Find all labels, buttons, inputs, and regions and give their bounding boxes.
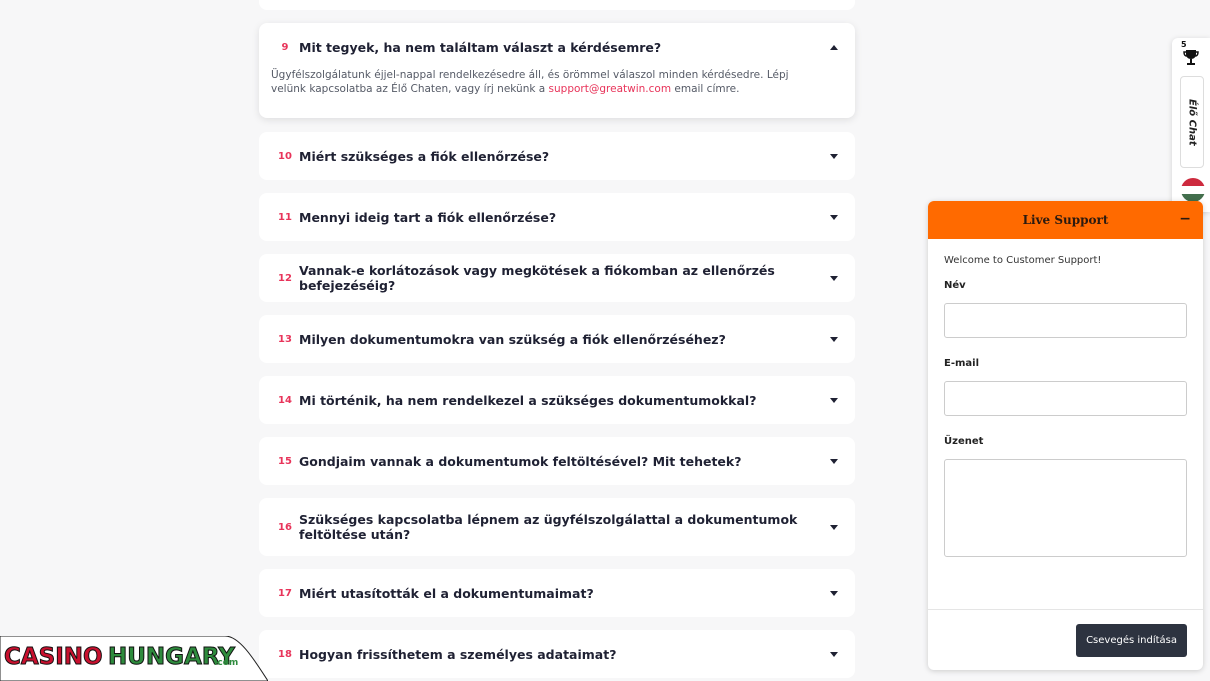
faq-answer: Ügyfélszolgálatunk éjjel-nappal rendelke… <box>259 68 855 108</box>
faq-item[interactable]: 11 Mennyi ideig tart a fiók ellenőrzése? <box>259 193 855 241</box>
faq-question: Mi történik, ha nem rendelkezel a szüksé… <box>299 392 757 408</box>
faq-number: 9 <box>281 41 289 53</box>
faq-question: Miért szükséges a fiók ellenőrzése? <box>299 148 550 164</box>
live-support-footer: Csevegés indítása <box>928 609 1203 670</box>
faq-number: 14 <box>278 394 292 406</box>
faq-question: Milyen dokumentumokra van szükség a fiók… <box>299 331 726 347</box>
faq-number: 12 <box>278 272 292 284</box>
chevron-down-icon[interactable] <box>827 454 841 468</box>
email-label: E-mail <box>944 358 980 369</box>
live-support-header: Live Support − <box>928 201 1203 239</box>
live-support-form: Welcome to Customer Support! Név E-mail … <box>928 239 1203 557</box>
chevron-down-icon[interactable] <box>827 520 841 534</box>
side-toolbar: 5 Élő Chat <box>1172 38 1210 212</box>
faq-number: 13 <box>278 333 292 345</box>
name-field[interactable] <box>944 303 1187 338</box>
faq-answer-text-end: email címre. <box>671 83 740 95</box>
chevron-up-icon[interactable] <box>827 40 841 54</box>
faq-number: 10 <box>278 150 292 162</box>
faq-item[interactable]: 10 Miért szükséges a fiók ellenőrzése? <box>259 132 855 180</box>
chevron-down-icon[interactable] <box>827 586 841 600</box>
faq-question: Vannak-e korlátozások vagy megkötések a … <box>299 263 775 293</box>
faq-number: 15 <box>278 455 292 467</box>
chevron-down-icon[interactable] <box>827 393 841 407</box>
hungary-flag-icon[interactable] <box>1181 178 1205 202</box>
faq-question-row[interactable]: 11 Mennyi ideig tart a fiók ellenőrzése? <box>259 193 855 241</box>
svg-text:.com: .com <box>214 658 238 668</box>
email-field[interactable] <box>944 381 1187 416</box>
casino-hungary-logo: CASINO HUNGARY .com <box>0 636 268 681</box>
chevron-down-icon[interactable] <box>827 149 841 163</box>
faq-item[interactable]: 14 Mi történik, ha nem rendelkezel a szü… <box>259 376 855 424</box>
faq-item[interactable]: 16 Szükséges kapcsolatba lépnem az ügyfé… <box>259 498 855 556</box>
faq-question: Mennyi ideig tart a fiók ellenőrzése? <box>299 209 557 225</box>
svg-text:CASINO: CASINO <box>4 644 103 670</box>
faq-number: 16 <box>278 521 292 533</box>
faq-number: 17 <box>278 587 292 599</box>
faq-question: Szükséges kapcsolatba lépnem az ügyfélsz… <box>299 512 798 542</box>
chevron-down-icon[interactable] <box>827 271 841 285</box>
faq-question-row[interactable]: 18 Hogyan frissíthetem a személyes adata… <box>259 630 855 678</box>
trophy-icon[interactable] <box>1180 44 1202 68</box>
faq-question-row[interactable]: 16 Szükséges kapcsolatba lépnem az ügyfé… <box>259 498 855 556</box>
faq-question: Hogyan frissíthetem a személyes adataima… <box>299 646 617 662</box>
faq-item[interactable]: 13 Milyen dokumentumokra van szükség a f… <box>259 315 855 363</box>
faq-question: Gondjaim vannak a dokumentumok feltöltés… <box>299 453 742 469</box>
faq-question-row[interactable]: 13 Milyen dokumentumokra van szükség a f… <box>259 315 855 363</box>
faq-number: 11 <box>278 211 292 223</box>
live-support-panel: Live Support − Welcome to Customer Suppo… <box>928 201 1203 670</box>
faq-item[interactable]: 9 Mit tegyek, ha nem találtam választ a … <box>259 23 855 118</box>
faq-question-row[interactable]: 17 Miért utasították el a dokumentumaima… <box>259 569 855 617</box>
live-support-title: Live Support <box>1022 213 1109 227</box>
faq-item[interactable]: 17 Miért utasították el a dokumentumaima… <box>259 569 855 617</box>
faq-question-row[interactable]: 15 Gondjaim vannak a dokumentumok feltöl… <box>259 437 855 485</box>
minimize-icon[interactable]: − <box>1179 211 1191 227</box>
faq-question-row[interactable]: 10 Miért szükséges a fiók ellenőrzése? <box>259 132 855 180</box>
message-label: Üzenet <box>944 436 984 447</box>
live-chat-label: Élő Chat <box>1186 98 1198 146</box>
support-email-link[interactable]: support@greatwin.com <box>549 83 672 95</box>
faq-question: Miért utasították el a dokumentumaimat? <box>299 585 594 601</box>
faq-number: 18 <box>278 648 292 660</box>
message-field[interactable] <box>944 459 1187 557</box>
faq-question: Mit tegyek, ha nem találtam választ a ké… <box>299 39 662 55</box>
chevron-down-icon[interactable] <box>827 647 841 661</box>
start-chat-button[interactable]: Csevegés indítása <box>1076 624 1187 657</box>
faq-item[interactable]: 18 Hogyan frissíthetem a személyes adata… <box>259 630 855 678</box>
faq-item-partial <box>259 0 855 10</box>
name-label: Név <box>944 280 966 291</box>
chevron-down-icon[interactable] <box>827 332 841 346</box>
faq-item[interactable]: 15 Gondjaim vannak a dokumentumok feltöl… <box>259 437 855 485</box>
page: 9 Mit tegyek, ha nem találtam választ a … <box>0 0 1210 681</box>
welcome-text: Welcome to Customer Support! <box>944 255 1102 266</box>
chevron-down-icon[interactable] <box>827 210 841 224</box>
faq-question-row[interactable]: 12 Vannak-e korlátozások vagy megkötések… <box>259 254 855 302</box>
faq-question-row[interactable]: 9 Mit tegyek, ha nem találtam választ a … <box>259 23 855 71</box>
faq-question-row[interactable]: 14 Mi történik, ha nem rendelkezel a szü… <box>259 376 855 424</box>
live-chat-tab[interactable]: Élő Chat <box>1180 76 1204 168</box>
faq-item[interactable]: 12 Vannak-e korlátozások vagy megkötések… <box>259 254 855 302</box>
